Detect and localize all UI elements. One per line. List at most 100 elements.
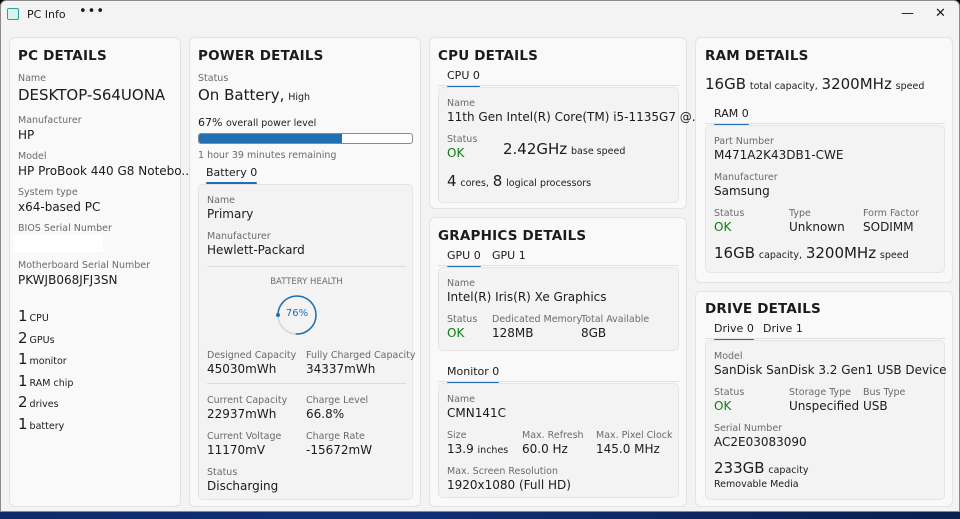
gpu-status-label: Status bbox=[447, 314, 478, 325]
taskbar-strip bbox=[0, 512, 960, 519]
pc-mb-serial-label: Motherboard Serial Number bbox=[18, 260, 151, 271]
monitor-refresh-value: 60.0 Hz bbox=[522, 442, 568, 456]
drive-serial-value: AC2E03083090 bbox=[714, 435, 807, 449]
ram-part-label: Part Number bbox=[714, 136, 774, 147]
tab-monitor-0[interactable]: Monitor 0 bbox=[447, 365, 500, 383]
ram-form-label: Form Factor bbox=[863, 208, 920, 219]
designed-capacity-label: Designed Capacity bbox=[207, 350, 297, 361]
pc-manufacturer-label: Manufacturer bbox=[18, 115, 82, 126]
charge-rate-value: -15672mW bbox=[306, 443, 373, 457]
drive-panel: Model SanDisk SanDisk 3.2 Gen1 USB Devic… bbox=[705, 340, 947, 500]
ram-summary: 16GB total capacity, 3200MHz speed bbox=[705, 75, 925, 93]
power-status-text: On Battery, bbox=[198, 86, 285, 104]
app-icon bbox=[7, 8, 19, 20]
current-capacity-value: 22937mWh bbox=[207, 407, 277, 421]
gpu-panel: Name Intel(R) Iris(R) Xe Graphics Status… bbox=[438, 267, 679, 351]
ram-manufacturer-value: Samsung bbox=[714, 184, 770, 198]
ram-details-heading: RAM DETAILS bbox=[705, 48, 809, 64]
drive-serial-label: Serial Number bbox=[714, 423, 783, 434]
cpu-cores: 4 cores, 8 logical processors bbox=[447, 172, 592, 190]
monitor-count: 1 monitor bbox=[18, 350, 67, 368]
pc-system-type-label: System type bbox=[18, 187, 78, 198]
ram-status-label: Status bbox=[714, 208, 745, 219]
monitor-clock-value: 145.0 MHz bbox=[596, 442, 660, 456]
drive-details-card: DRIVE DETAILS Drive 0 Drive 1 Model SanD… bbox=[695, 291, 953, 507]
power-level: 67% overall power level bbox=[198, 116, 317, 129]
minimize-button[interactable]: — bbox=[901, 6, 914, 21]
pc-bios-serial-label: BIOS Serial Number bbox=[18, 223, 112, 234]
gpu-total-label: Total Available bbox=[581, 314, 650, 325]
pc-details-card: PC DETAILS Name DESKTOP-S64UONA Manufact… bbox=[9, 37, 193, 507]
pc-model-label: Model bbox=[18, 151, 47, 162]
power-remaining: 1 hour 39 minutes remaining bbox=[198, 150, 337, 161]
monitor-clock-label: Max. Pixel Clock bbox=[596, 430, 673, 441]
current-voltage-label: Current Voltage bbox=[207, 431, 282, 442]
monitor-refresh-label: Max. Refresh bbox=[522, 430, 584, 441]
tab-cpu-0[interactable]: CPU 0 bbox=[447, 69, 480, 87]
power-details-card: POWER DETAILS Status On Battery, High 67… bbox=[189, 37, 421, 507]
drive-status-label: Status bbox=[714, 387, 745, 398]
cpu-count: 1 CPU bbox=[18, 307, 49, 325]
cpu-status-label: Status bbox=[447, 134, 478, 145]
drive-model-value: SanDisk SanDisk 3.2 Gen1 USB Device bbox=[714, 363, 947, 377]
pc-model-value: HP ProBook 440 G8 Notebo... bbox=[18, 164, 193, 178]
app-window: PC Info ••• — ✕ PC DETAILS Name DESKTOP-… bbox=[0, 0, 960, 512]
ram-form-value: SODIMM bbox=[863, 220, 914, 234]
graphics-details-card: GRAPHICS DETAILS GPU 0 GPU 1 Name Intel(… bbox=[429, 217, 687, 507]
charge-level-label: Charge Level bbox=[306, 395, 369, 406]
pc-details-heading: PC DETAILS bbox=[18, 48, 107, 64]
battery-manufacturer-label: Manufacturer bbox=[207, 231, 271, 242]
title-bar[interactable]: PC Info ••• — ✕ bbox=[1, 1, 959, 29]
cpu-details-heading: CPU DETAILS bbox=[438, 48, 539, 64]
battery-status-label: Status bbox=[207, 467, 238, 478]
pc-name-value: DESKTOP-S64UONA bbox=[18, 86, 166, 104]
pc-manufacturer-value: HP bbox=[18, 128, 35, 142]
ram-status-value: OK bbox=[714, 220, 732, 234]
battery-name-value: Primary bbox=[207, 207, 254, 221]
monitor-size-value: 13.9 inches bbox=[447, 442, 509, 456]
charge-level-value: 66.8% bbox=[306, 407, 345, 421]
gpu-name-label: Name bbox=[447, 278, 476, 289]
tab-drive-1[interactable]: Drive 1 bbox=[763, 322, 803, 335]
battery-count: 1 battery bbox=[18, 415, 65, 433]
drive-model-label: Model bbox=[714, 351, 743, 362]
designed-capacity-value: 45030mWh bbox=[207, 362, 277, 376]
tab-drive-0[interactable]: Drive 0 bbox=[714, 322, 754, 340]
battery-name-label: Name bbox=[207, 195, 236, 206]
drive-status-value: OK bbox=[714, 399, 732, 413]
monitor-name-label: Name bbox=[447, 394, 476, 405]
monitor-tab-divider bbox=[438, 381, 679, 382]
cpu-name-label: Name bbox=[447, 98, 476, 109]
tab-battery-0[interactable]: Battery 0 bbox=[206, 166, 258, 184]
monitor-name-value: CMN141C bbox=[447, 406, 506, 420]
current-capacity-label: Current Capacity bbox=[207, 395, 288, 406]
tab-gpu-1[interactable]: GPU 1 bbox=[492, 249, 526, 262]
monitor-resolution-value: 1920x1080 (Full HD) bbox=[447, 478, 571, 492]
close-button[interactable]: ✕ bbox=[935, 6, 946, 21]
cpu-panel: Name 11th Gen Intel(R) Core(TM) i5-1135G… bbox=[438, 87, 703, 203]
monitor-resolution-label: Max. Screen Resolution bbox=[447, 466, 558, 477]
drive-bus-value: USB bbox=[863, 399, 888, 413]
drive-storage-label: Storage Type bbox=[789, 387, 852, 398]
battery-health-value: 76% bbox=[285, 308, 309, 319]
battery-manufacturer-value: Hewlett-Packard bbox=[207, 243, 305, 257]
ram-type-label: Type bbox=[789, 208, 811, 219]
ram-details-card: RAM DETAILS 16GB total capacity, 3200MHz… bbox=[695, 37, 953, 283]
monitor-panel: Name CMN141C Size 13.9 inches Max. Refre… bbox=[438, 383, 679, 498]
ram-capacity: 16GB capacity, 3200MHz speed bbox=[714, 244, 909, 262]
tab-ram-0[interactable]: RAM 0 bbox=[714, 107, 749, 125]
power-level-fill bbox=[199, 134, 342, 143]
pc-mb-serial-value: PKWJB068JFJ3SN bbox=[18, 273, 118, 287]
cpu-tab-divider bbox=[438, 85, 679, 86]
ram-part-value: M471A2K43DB1-CWE bbox=[714, 148, 844, 162]
drive-storage-value: Unspecified bbox=[789, 399, 860, 413]
tab-gpu-0[interactable]: GPU 0 bbox=[447, 249, 481, 267]
cpu-speed: 2.42GHz base speed bbox=[503, 140, 626, 158]
gpu-memory-value: 128MB bbox=[492, 326, 534, 340]
gpu-memory-label: Dedicated Memory bbox=[492, 314, 583, 325]
ram-type-value: Unknown bbox=[789, 220, 845, 234]
battery-separator-1 bbox=[207, 266, 406, 267]
pc-system-type-value: x64-based PC bbox=[18, 200, 101, 214]
more-options-button[interactable]: ••• bbox=[79, 4, 105, 19]
monitor-size-label: Size bbox=[447, 430, 467, 441]
